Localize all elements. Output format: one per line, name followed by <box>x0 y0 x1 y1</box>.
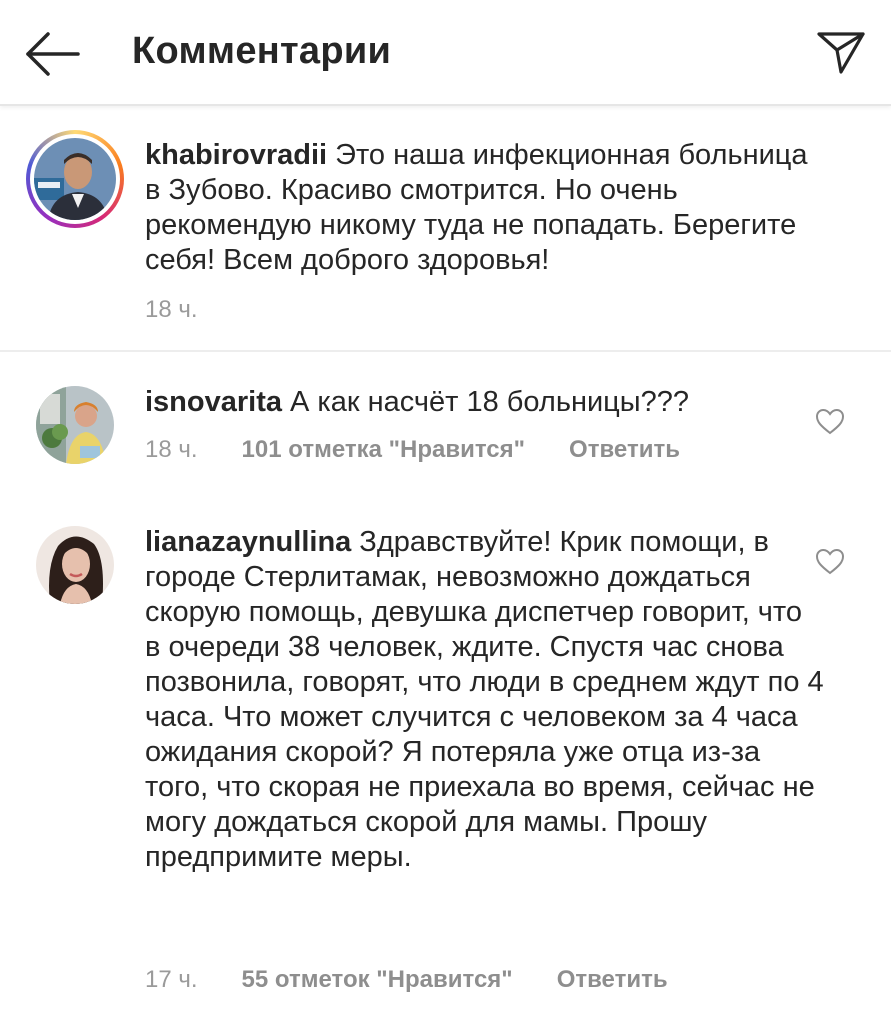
comment-item: lianazaynullina Здравствуйте! Крик помощи… <box>0 502 891 1024</box>
comment-meta: 18 ч. <box>145 296 242 324</box>
comment-body: Здравствуйте! Крик помощи, в городе Стер… <box>145 526 824 873</box>
timestamp: 17 ч. <box>145 966 198 993</box>
username[interactable]: lianazaynullina <box>145 526 351 558</box>
caption-comment: khabirovradii Это наша инфекционная больн… <box>0 106 891 352</box>
story-ring[interactable] <box>26 130 124 228</box>
comment-text: khabirovradii Это наша инфекционная больн… <box>145 138 825 278</box>
paper-plane-icon <box>817 32 865 74</box>
timestamp: 18 ч. <box>145 436 198 463</box>
avatar <box>34 138 116 220</box>
avatar[interactable] <box>36 386 114 464</box>
top-bar: Комментарии <box>0 0 891 106</box>
likes-count[interactable]: 55 отметок "Нравится" <box>242 966 513 994</box>
back-button[interactable] <box>22 28 82 80</box>
reply-button[interactable]: Ответить <box>557 966 668 994</box>
arrow-left-icon <box>26 32 80 76</box>
like-button[interactable] <box>815 408 845 436</box>
avatar[interactable] <box>36 526 114 604</box>
timestamp: 18 ч. <box>145 296 198 323</box>
send-button[interactable] <box>815 26 867 78</box>
heart-icon <box>815 408 845 435</box>
comment-body: А как насчёт 18 больницы??? <box>290 386 689 418</box>
likes-count[interactable]: 101 отметка "Нравится" <box>242 436 526 464</box>
reply-button[interactable]: Ответить <box>569 436 680 464</box>
username[interactable]: khabirovradii <box>145 139 327 171</box>
heart-icon <box>815 548 845 575</box>
comment-text: isnovarita А как насчёт 18 больницы??? <box>145 385 825 420</box>
comment-text: lianazaynullina Здравствуйте! Крик помощи… <box>145 525 825 875</box>
username[interactable]: isnovarita <box>145 386 282 418</box>
comment-item: isnovarita А как насчёт 18 больницы??? 18… <box>0 352 891 502</box>
page-title: Комментарии <box>132 30 392 72</box>
comment-meta: 17 ч. 55 отметок "Нравится" Ответить <box>145 966 668 994</box>
comment-meta: 18 ч. 101 отметка "Нравится" Ответить <box>145 436 680 464</box>
like-button[interactable] <box>815 548 845 576</box>
